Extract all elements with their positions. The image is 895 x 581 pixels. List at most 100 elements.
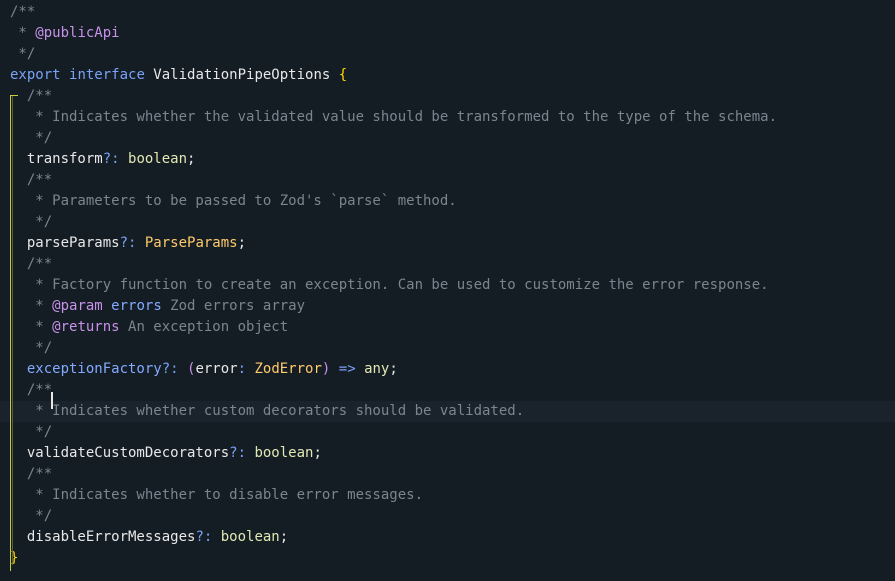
code-line-text: exceptionFactory?: (error: ZodError) => … xyxy=(10,359,398,380)
code-token: * xyxy=(10,319,53,335)
code-token: exceptionFactory xyxy=(10,361,162,377)
code-line-text: * @publicApi xyxy=(10,23,120,44)
code-token: transform xyxy=(10,151,103,167)
code-token: * xyxy=(10,298,53,314)
code-line-text: /** xyxy=(10,464,52,485)
code-line[interactable]: transform?: boolean; xyxy=(0,149,895,170)
code-line[interactable]: /** xyxy=(0,2,895,23)
code-token: ; xyxy=(389,361,398,377)
code-token: * Indicates whether to disable error mes… xyxy=(10,487,424,503)
code-token: ?: xyxy=(195,529,221,545)
indent-guide xyxy=(12,95,13,565)
code-line[interactable]: /** xyxy=(0,254,895,275)
code-token: * xyxy=(10,25,36,41)
code-line[interactable]: /** xyxy=(0,464,895,485)
code-token: ?: xyxy=(119,235,145,251)
code-line[interactable]: * Indicates whether the validated value … xyxy=(0,107,895,128)
code-token: disableErrorMessages xyxy=(10,529,196,545)
code-line[interactable]: /** xyxy=(0,170,895,191)
code-token: * Factory function to create an exceptio… xyxy=(10,277,769,293)
code-line[interactable]: * @returns An exception object xyxy=(0,317,895,338)
code-token: @returns xyxy=(52,319,120,335)
code-token: ?: xyxy=(161,361,188,377)
code-token: interface xyxy=(69,67,145,83)
code-line-text: */ xyxy=(10,506,52,527)
code-line-text: /** xyxy=(10,2,35,23)
matching-bracket-highlight xyxy=(10,95,18,97)
code-line[interactable]: */ xyxy=(0,44,895,65)
code-line-text: validateCustomDecorators?: boolean; xyxy=(10,443,322,464)
code-line-text: transform?: boolean; xyxy=(10,149,196,170)
code-token: parseParams xyxy=(10,235,120,251)
code-line[interactable]: export interface ValidationPipeOptions { xyxy=(0,65,895,86)
code-token: An exception object xyxy=(119,319,289,335)
code-line[interactable]: * Parameters to be passed to Zod's `pars… xyxy=(0,191,895,212)
code-line[interactable]: /** xyxy=(0,380,895,401)
code-token: * Indicates whether the validated value … xyxy=(10,109,778,125)
code-line-text: /** xyxy=(10,170,52,191)
code-line-text: */ xyxy=(10,338,52,359)
code-line-text: */ xyxy=(10,212,52,233)
code-token: /** xyxy=(10,382,53,398)
code-line-text: */ xyxy=(10,128,52,149)
code-line-text: * Indicates whether custom decorators sh… xyxy=(10,401,524,422)
code-line-text: parseParams?: ParseParams; xyxy=(10,233,246,254)
code-line[interactable]: parseParams?: ParseParams; xyxy=(0,233,895,254)
code-line-text: */ xyxy=(10,422,52,443)
code-token: /** xyxy=(10,172,53,188)
code-line-text: /** xyxy=(10,380,52,401)
text-cursor xyxy=(51,392,53,409)
code-line[interactable]: * Factory function to create an exceptio… xyxy=(0,275,895,296)
code-line[interactable]: */ xyxy=(0,506,895,527)
code-token: : xyxy=(237,361,255,377)
code-line[interactable]: * Indicates whether to disable error mes… xyxy=(0,485,895,506)
code-line[interactable]: /** xyxy=(0,86,895,107)
code-token: /** xyxy=(10,466,53,482)
code-token: ParseParams xyxy=(144,235,238,251)
code-line-text: * @returns An exception object xyxy=(10,317,288,338)
code-token: validateCustomDecorators xyxy=(10,445,230,461)
code-token: export xyxy=(10,67,61,83)
code-line[interactable]: * @param errors Zod errors array xyxy=(0,296,895,317)
code-line[interactable]: disableErrorMessages?: boolean; xyxy=(0,527,895,548)
code-line-text: disableErrorMessages?: boolean; xyxy=(10,527,288,548)
code-token: @publicApi xyxy=(35,25,120,41)
code-token: */ xyxy=(10,424,53,440)
code-line-text: */ xyxy=(10,44,35,65)
code-token: ZodError xyxy=(254,361,322,377)
code-editor[interactable]: /** * @publicApi */ export interface Vali… xyxy=(0,0,895,581)
code-token: */ xyxy=(10,46,36,62)
code-token: * Indicates whether custom decorators sh… xyxy=(10,403,525,419)
code-token: /** xyxy=(10,4,36,20)
code-line[interactable]: * Indicates whether custom decorators sh… xyxy=(0,401,895,422)
code-line[interactable]: validateCustomDecorators?: boolean; xyxy=(0,443,895,464)
code-line-text: export interface ValidationPipeOptions { xyxy=(10,65,347,86)
code-token: * Parameters to be passed to Zod's `pars… xyxy=(10,193,457,209)
code-token: Zod errors array xyxy=(161,298,306,314)
code-line-text: * Parameters to be passed to Zod's `pars… xyxy=(10,191,457,212)
code-token: { xyxy=(338,67,348,83)
code-line[interactable]: */ xyxy=(0,422,895,443)
code-token: ; xyxy=(313,445,322,461)
code-token: error xyxy=(195,361,238,377)
code-line[interactable]: * @publicApi xyxy=(0,23,895,44)
code-token: ; xyxy=(279,529,289,545)
code-token: /** xyxy=(10,256,53,272)
code-line[interactable]: exceptionFactory?: (error: ZodError) => … xyxy=(0,359,895,380)
code-token: ?: xyxy=(229,445,255,461)
code-line[interactable]: */ xyxy=(0,338,895,359)
code-line[interactable]: */ xyxy=(0,128,895,149)
code-line[interactable]: */ xyxy=(0,212,895,233)
code-token: any xyxy=(364,361,390,377)
code-token: ; xyxy=(237,235,247,251)
code-token: ; xyxy=(187,151,196,167)
code-line-text: * Indicates whether to disable error mes… xyxy=(10,485,423,506)
code-token: => xyxy=(330,361,365,377)
code-line-text: /** xyxy=(10,254,52,275)
code-line-text: * @param errors Zod errors array xyxy=(10,296,305,317)
code-token: boolean xyxy=(220,529,280,545)
code-line[interactable]: } xyxy=(0,548,895,569)
code-token: boolean xyxy=(128,151,188,167)
code-token: errors xyxy=(111,298,162,314)
